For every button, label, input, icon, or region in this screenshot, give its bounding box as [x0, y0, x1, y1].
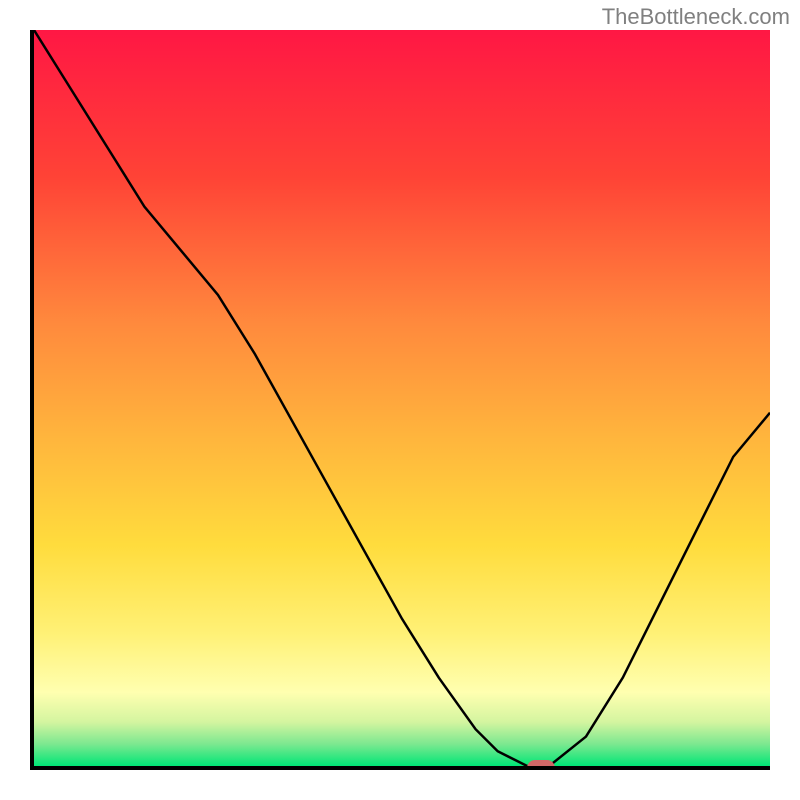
bottleneck-curve — [34, 30, 770, 766]
curve-layer — [34, 30, 770, 766]
plot-area — [30, 30, 770, 770]
optimal-marker — [527, 760, 555, 770]
chart-container: TheBottleneck.com — [0, 0, 800, 800]
watermark-text: TheBottleneck.com — [602, 4, 790, 30]
